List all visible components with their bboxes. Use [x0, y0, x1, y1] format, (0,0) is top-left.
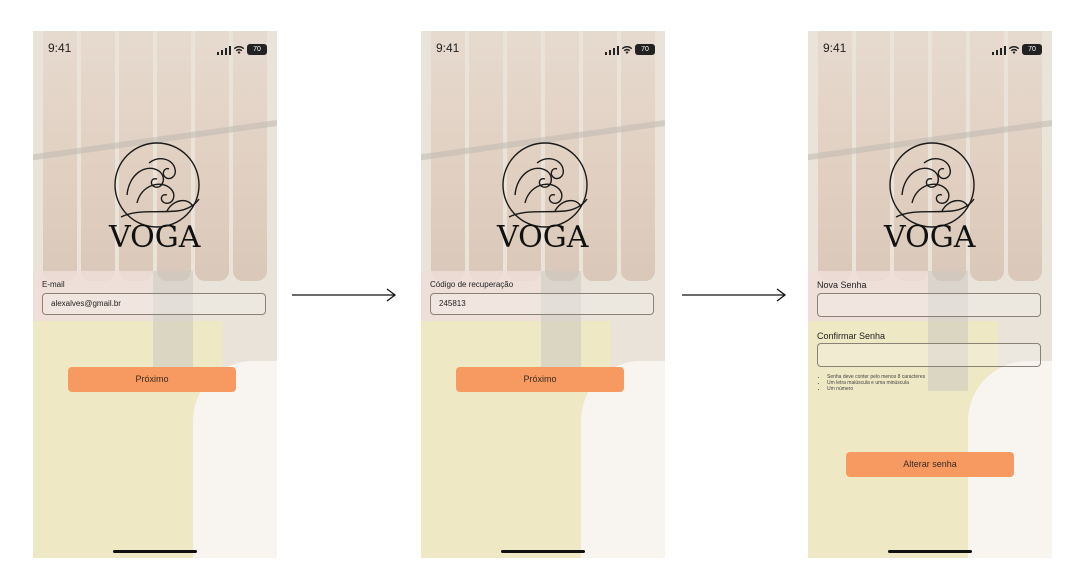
recovery-code-label: Código de recuperação: [430, 280, 514, 289]
password-rules-list: Senha deve conter pelo menos 8 caractere…: [820, 374, 925, 392]
home-indicator[interactable]: [113, 550, 197, 553]
status-time: 9:41: [823, 41, 847, 55]
phone-screen-new-password: 9:41 70 VOGA Nova Senha Confirmar Senha …: [808, 31, 1052, 558]
email-field[interactable]: alexalves@gmail.br: [42, 293, 266, 315]
svg-text:VOGA: VOGA: [108, 220, 201, 253]
battery-icon: 70: [1022, 44, 1042, 55]
wifi-icon: [1008, 45, 1020, 54]
confirm-password-label: Confirmar Senha: [817, 331, 886, 341]
cellular-signal-icon: [217, 46, 231, 55]
status-bar: 9:41 70: [808, 41, 1052, 61]
status-time: 9:41: [436, 41, 460, 55]
password-rule: Um número: [827, 386, 925, 392]
svg-text:VOGA: VOGA: [883, 220, 976, 253]
flow-canvas: 9:41 70 VOGA E-mail alexalves@gmail.br P…: [0, 0, 1090, 586]
wifi-icon: [621, 45, 633, 54]
status-time: 9:41: [48, 41, 72, 55]
confirm-password-field[interactable]: [817, 343, 1041, 367]
new-password-label: Nova Senha: [817, 280, 867, 290]
recovery-code-field[interactable]: 245813: [430, 293, 654, 315]
cellular-signal-icon: [992, 46, 1006, 55]
voga-logo: VOGA: [108, 142, 201, 253]
home-indicator[interactable]: [501, 550, 585, 553]
change-password-button[interactable]: Alterar senha: [846, 452, 1014, 477]
battery-icon: 70: [247, 44, 267, 55]
next-button[interactable]: Próximo: [456, 367, 624, 392]
status-bar: 9:41 70: [421, 41, 665, 61]
svg-text:VOGA: VOGA: [496, 220, 589, 253]
cellular-signal-icon: [605, 46, 619, 55]
wifi-icon: [233, 45, 245, 54]
battery-icon: 70: [635, 44, 655, 55]
voga-logo: VOGA: [496, 142, 589, 253]
flow-arrow-icon: [682, 288, 787, 302]
new-password-field[interactable]: [817, 293, 1041, 317]
email-label: E-mail: [42, 280, 65, 289]
home-indicator[interactable]: [888, 550, 972, 553]
voga-logo: VOGA: [883, 142, 976, 253]
flow-arrow-icon: [292, 288, 397, 302]
phone-screen-email: 9:41 70 VOGA E-mail alexalves@gmail.br P…: [33, 31, 277, 558]
status-bar: 9:41 70: [33, 41, 277, 61]
next-button[interactable]: Próximo: [68, 367, 236, 392]
phone-screen-recovery-code: 9:41 70 VOGA Código de recuperação 24581…: [421, 31, 665, 558]
